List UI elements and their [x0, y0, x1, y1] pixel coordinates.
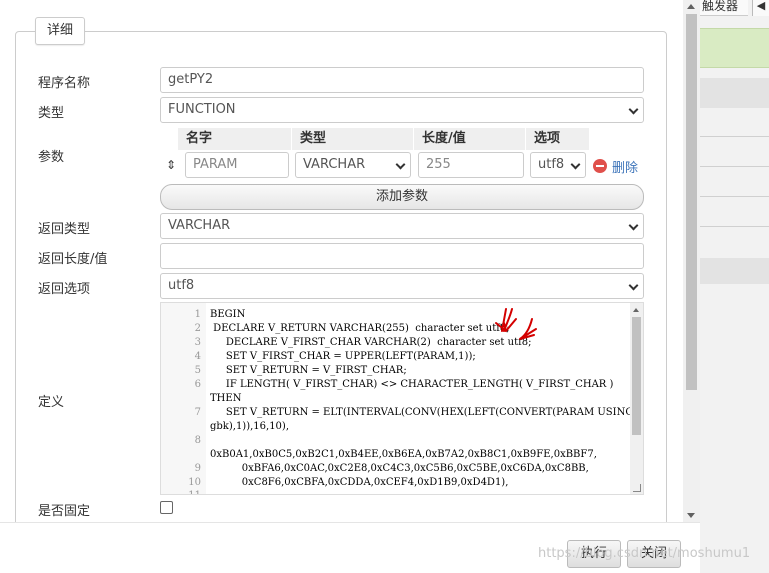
return-type-label: 返回类型: [38, 222, 91, 237]
delete-icon[interactable]: [593, 159, 607, 173]
scroll-down-icon[interactable]: [687, 513, 695, 518]
chevron-down-icon: [628, 220, 639, 231]
delete-param-link[interactable]: 删除: [612, 157, 638, 176]
line-number: 8: [194, 435, 201, 446]
editor-code-area[interactable]: BEGIN DECLARE V_RETURN VARCHAR(255) char…: [206, 303, 634, 494]
line-number: 10: [188, 477, 201, 488]
code-line: 0xB0A1,0xB0C5,0xB2C1,0xB4EE,0xB6EA,0xB7A…: [210, 449, 597, 460]
scroll-up-icon[interactable]: [633, 308, 639, 312]
background-tab-trigger[interactable]: 触发器: [700, 0, 748, 16]
background-row: [700, 258, 769, 284]
chevron-down-icon: [570, 159, 581, 170]
param-header-option: 选项: [526, 128, 590, 150]
return-length-label: 返回长度/值: [38, 252, 108, 267]
line-number: 7: [194, 407, 201, 418]
code-line: SET V_RETURN = V_FIRST_CHAR;: [210, 365, 407, 376]
chevron-down-icon: [628, 104, 639, 115]
param-header-type: 类型: [292, 128, 414, 150]
return-type-value: VARCHAR: [168, 218, 231, 233]
return-type-select[interactable]: VARCHAR: [160, 213, 644, 239]
code-line: THEN: [210, 393, 242, 404]
param-option-value: utf8: [538, 157, 565, 172]
speaker-icon[interactable]: ◀: [752, 0, 769, 16]
param-header-length: 长度/值: [414, 128, 526, 150]
code-line: 0xC8F6,0xCBFA,0xCDDA,0xCEF4,0xD1B9,0xD4D…: [210, 477, 509, 488]
code-line: SET V_RETURN = ELT(INTERVAL(CONV(HEX(LEF…: [210, 407, 634, 418]
editor-scrollbar[interactable]: [630, 303, 643, 494]
fieldset-legend: 详细: [35, 17, 86, 45]
param-name-input[interactable]: PARAM: [185, 152, 289, 178]
line-number: 2: [194, 323, 201, 334]
code-line: 0xBFA6,0xC0AC,0xC2E8,0xC4C3,0xC5B6,0xC5B…: [210, 463, 589, 474]
fixed-checkbox[interactable]: [160, 501, 173, 514]
routine-name-label: 程序名称: [38, 76, 91, 91]
fixed-label: 是否固定: [38, 504, 91, 519]
param-type-value: VARCHAR: [303, 157, 366, 172]
line-number: 5: [194, 365, 201, 376]
line-number: 11: [188, 490, 201, 494]
return-option-select[interactable]: utf8: [160, 273, 644, 299]
line-number: 6: [194, 379, 201, 390]
resize-handle-icon[interactable]: [633, 484, 641, 492]
code-line: SET V_FIRST_CHAR = UPPER(LEFT(PARAM,1));: [210, 351, 476, 362]
param-length-input[interactable]: 255: [418, 152, 524, 178]
line-number: 1: [194, 309, 201, 320]
scrollbar-thumb[interactable]: [686, 14, 697, 390]
background-divider: [700, 166, 769, 167]
code-line: gbk),1)),16,10),: [210, 421, 289, 432]
watermark: https://blog.csdn.net/moshumu1: [538, 546, 751, 561]
type-label: 类型: [38, 106, 65, 121]
param-type-select[interactable]: VARCHAR: [295, 152, 411, 178]
param-option-select[interactable]: utf8: [530, 152, 586, 178]
param-header-name: 名字: [178, 128, 292, 150]
editor-gutter: 1 2 3 4 5 6 7 8 9 10 11: [161, 303, 205, 494]
background-highlight-row: [700, 28, 769, 68]
code-line: IF LENGTH( V_FIRST_CHAR) <> CHARACTER_LE…: [210, 379, 614, 390]
line-number: 9: [194, 463, 201, 474]
return-option-label: 返回选项: [38, 282, 91, 297]
definition-label: 定义: [38, 395, 65, 410]
params-label: 参数: [38, 150, 65, 165]
add-param-button[interactable]: 添加参数: [160, 184, 644, 210]
line-number: 3: [194, 337, 201, 348]
dialog-scrollbar[interactable]: [683, 0, 700, 522]
chevron-down-icon: [628, 280, 639, 291]
background-divider: [700, 196, 769, 197]
return-length-input[interactable]: [160, 243, 644, 269]
line-number: 4: [194, 351, 201, 362]
editor-scrollbar-thumb[interactable]: [632, 317, 641, 435]
type-select[interactable]: FUNCTION: [160, 97, 644, 123]
scroll-up-icon[interactable]: [687, 4, 695, 9]
code-editor[interactable]: 1 2 3 4 5 6 7 8 9 10 11 BEGIN DECLARE V_…: [160, 302, 644, 495]
background-row: [700, 78, 769, 108]
background-divider: [700, 226, 769, 227]
annotation-arrows: [495, 308, 537, 340]
routine-name-input[interactable]: getPY2: [160, 67, 644, 93]
drag-handle-icon[interactable]: ⇕: [166, 158, 176, 172]
background-divider: [700, 136, 769, 137]
chevron-down-icon: [395, 159, 406, 170]
type-select-value: FUNCTION: [168, 102, 236, 117]
code-line: BEGIN: [210, 309, 246, 320]
return-option-value: utf8: [168, 278, 195, 293]
